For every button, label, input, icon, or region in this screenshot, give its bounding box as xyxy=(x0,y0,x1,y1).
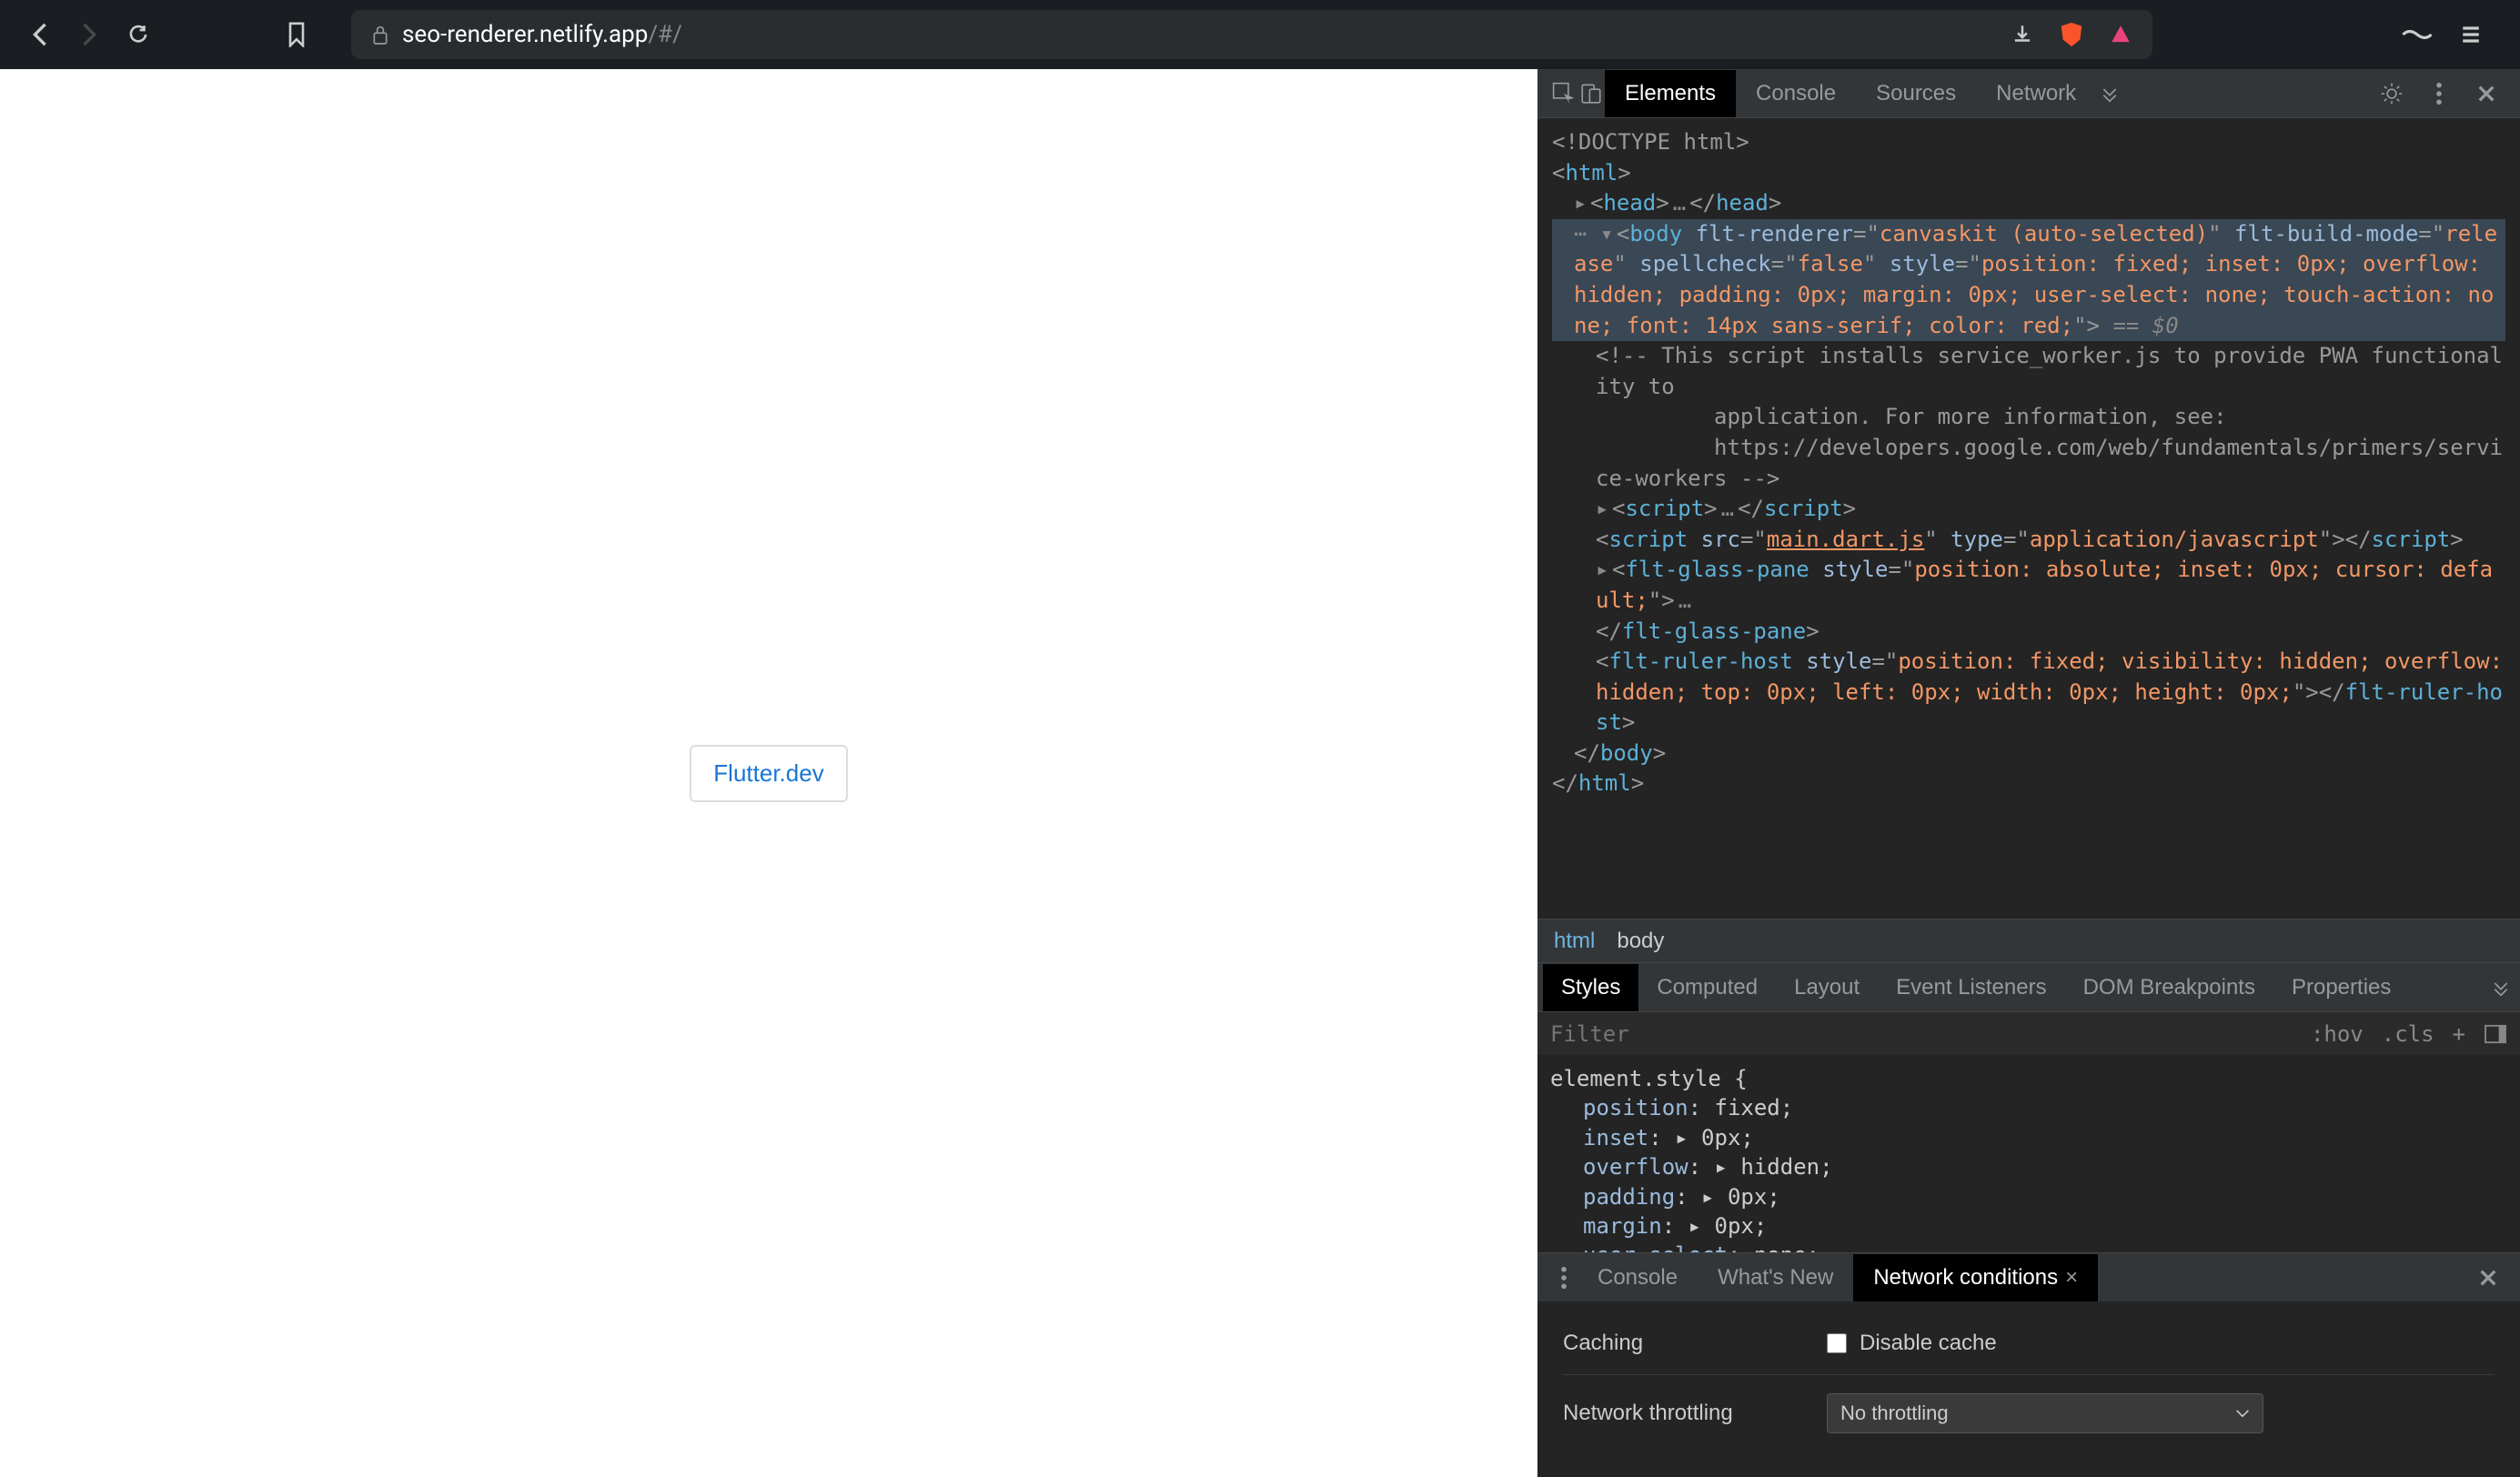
throttling-label: Network throttling xyxy=(1563,1401,1827,1426)
drawer-close-icon[interactable] xyxy=(2478,1268,2507,1288)
selected-dom-node[interactable]: ⋯ ▾<body flt-renderer="canvaskit (auto-s… xyxy=(1552,219,2505,341)
caching-label: Caching xyxy=(1563,1331,1827,1356)
drawer-tab-whatsnew[interactable]: What's New xyxy=(1698,1254,1853,1301)
url-domain: seo-renderer.netlify.app xyxy=(402,21,648,48)
doctype: <!DOCTYPE html> xyxy=(1552,129,1749,155)
url-path: /#/ xyxy=(648,21,681,48)
network-conditions-panel: Caching Disable cache Network throttling… xyxy=(1537,1301,2520,1477)
close-icon[interactable] xyxy=(2473,80,2500,107)
crumb-body[interactable]: body xyxy=(1617,929,1664,954)
brave-rewards-icon[interactable] xyxy=(2109,23,2132,46)
flutter-link-button[interactable]: Flutter.dev xyxy=(690,745,847,802)
styles-pane: element.style { position: fixed;inset: ▸… xyxy=(1537,1055,2520,1252)
sidebar-toggle-icon[interactable] xyxy=(2484,1024,2507,1044)
gear-icon[interactable] xyxy=(2378,80,2405,107)
disable-cache-label: Disable cache xyxy=(1860,1331,1997,1356)
css-selector[interactable]: element.style { xyxy=(1550,1066,1748,1091)
download-icon[interactable] xyxy=(2011,23,2034,46)
kebab-menu-icon[interactable] xyxy=(2425,80,2453,107)
close-tab-icon[interactable]: × xyxy=(2065,1265,2078,1291)
dom-tree[interactable]: <!DOCTYPE html> <html> ▸<head>…</head> ⋯… xyxy=(1537,118,2520,919)
tab-dom-breakpoints[interactable]: DOM Breakpoints xyxy=(2065,964,2273,1011)
tab-properties[interactable]: Properties xyxy=(2273,964,2409,1011)
drawer-tab-network-conditions[interactable]: Network conditions × xyxy=(1853,1254,2098,1301)
add-rule-icon[interactable]: + xyxy=(2453,1021,2465,1047)
tab-console[interactable]: Console xyxy=(1736,70,1856,117)
disable-cache-checkbox[interactable] xyxy=(1827,1333,1847,1353)
devtools-panel: Elements Console Sources Network <!DOCTY… xyxy=(1537,69,2520,1477)
menu-button[interactable] xyxy=(2458,22,2484,47)
tab-computed[interactable]: Computed xyxy=(1638,964,1776,1011)
hov-toggle[interactable]: :hov xyxy=(2311,1021,2364,1047)
url-bar[interactable]: seo-renderer.netlify.app/#/ xyxy=(351,10,2152,59)
tab-styles[interactable]: Styles xyxy=(1543,964,1638,1011)
throttling-select[interactable]: No throttling xyxy=(1827,1393,2263,1433)
forward-button[interactable] xyxy=(76,22,102,47)
reload-button[interactable] xyxy=(126,22,151,47)
filter-input[interactable] xyxy=(1550,1021,2311,1047)
tab-layout[interactable]: Layout xyxy=(1776,964,1878,1011)
crumb-html[interactable]: html xyxy=(1554,929,1595,954)
back-button[interactable] xyxy=(27,22,53,47)
tab-event-listeners[interactable]: Event Listeners xyxy=(1878,964,2064,1011)
tab-sources[interactable]: Sources xyxy=(1856,70,1976,117)
cls-toggle[interactable]: .cls xyxy=(2382,1021,2434,1047)
dom-comment: <!-- This script installs service_worker… xyxy=(1596,343,2503,490)
chevron-down-icon xyxy=(2235,1409,2250,1418)
device-toggle-icon[interactable] xyxy=(1578,80,1605,107)
lock-icon xyxy=(371,24,389,45)
tab-network[interactable]: Network xyxy=(1976,70,2096,117)
inspect-element-icon[interactable] xyxy=(1550,80,1578,107)
drawer-tab-console[interactable]: Console xyxy=(1578,1254,1698,1301)
drawer-menu-icon[interactable] xyxy=(1550,1264,1578,1291)
more-tabs-icon[interactable] xyxy=(2096,80,2123,107)
breadcrumb: html body xyxy=(1537,919,2520,962)
more-styles-tabs-icon[interactable] xyxy=(2487,974,2515,1001)
extension-icon[interactable] xyxy=(2400,25,2434,45)
page-viewport: Flutter.dev xyxy=(0,69,1537,1477)
brave-shield-icon[interactable] xyxy=(2058,21,2085,48)
tab-elements[interactable]: Elements xyxy=(1605,70,1736,117)
bookmark-button[interactable] xyxy=(284,22,309,47)
